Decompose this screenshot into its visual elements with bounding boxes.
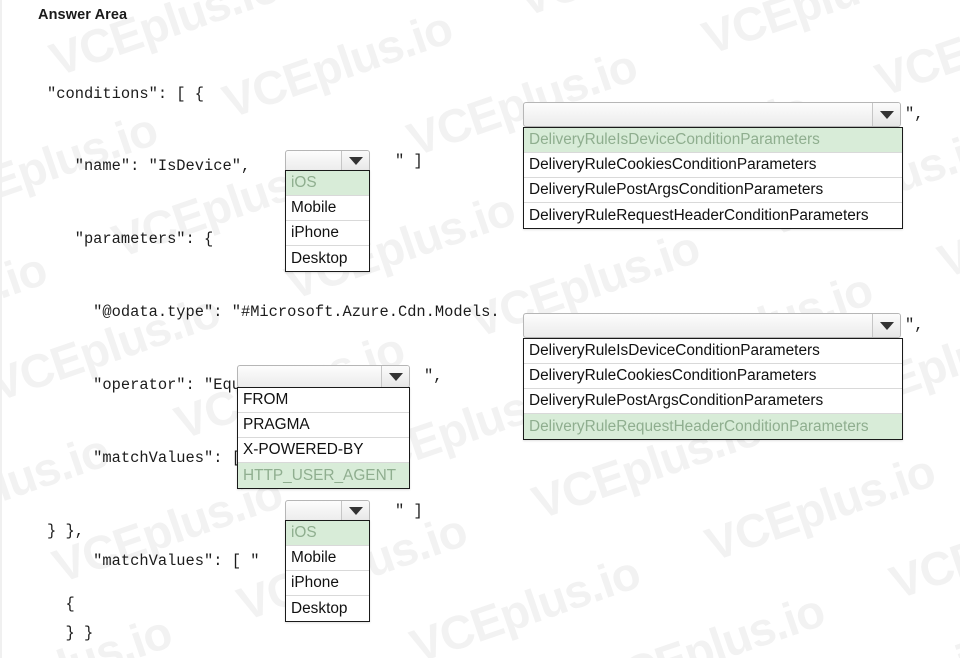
list-item[interactable]: Mobile bbox=[286, 196, 369, 221]
list-item[interactable]: Desktop bbox=[286, 596, 369, 621]
match-values-device-option-list[interactable]: iOS Mobile iPhone Desktop bbox=[285, 170, 370, 272]
match-values-header-close: " ] bbox=[395, 502, 423, 520]
odata-type-device-value bbox=[524, 103, 872, 126]
selector-option-list[interactable]: FROM PRAGMA X-POWERED-BY HTTP_USER_AGENT bbox=[237, 387, 410, 489]
match-values-device-combobox[interactable] bbox=[285, 150, 370, 172]
code-line: "@odata.type": "#Microsoft.Azure.Cdn.Mod… bbox=[47, 303, 500, 322]
selector-value bbox=[238, 366, 381, 387]
code-line: } } bbox=[47, 624, 94, 643]
code-line: "name": "IsDevice", bbox=[47, 157, 251, 176]
list-item[interactable]: DeliveryRuleIsDeviceConditionParameters bbox=[524, 339, 902, 364]
list-item[interactable]: DeliveryRuleRequestHeaderConditionParame… bbox=[524, 414, 902, 439]
list-item[interactable]: DeliveryRuleCookiesConditionParameters bbox=[524, 153, 902, 178]
answer-area-page: VCEplus.io VCEplus.ioVCEplus.io VCEplus.io… bbox=[0, 0, 960, 658]
code-line: "matchValues": [ " bbox=[47, 551, 260, 570]
chevron-down-icon[interactable] bbox=[381, 366, 409, 387]
list-item[interactable]: iPhone bbox=[286, 571, 369, 596]
list-item[interactable]: HTTP_USER_AGENT bbox=[238, 463, 409, 488]
match-values-header-combobox[interactable] bbox=[285, 500, 370, 522]
match-values-device-value bbox=[286, 151, 341, 171]
list-item[interactable]: iOS bbox=[286, 171, 369, 196]
odata-type-request-header-close-quote: ", bbox=[905, 316, 924, 334]
odata-type-device-combobox[interactable] bbox=[523, 102, 901, 127]
odata-type-device-close-quote: ", bbox=[905, 105, 924, 123]
list-item[interactable]: DeliveryRulePostArgsConditionParameters bbox=[524, 178, 902, 203]
match-values-device-close: " ] bbox=[395, 152, 423, 170]
list-item[interactable]: iPhone bbox=[286, 221, 369, 246]
chevron-down-icon[interactable] bbox=[872, 103, 900, 126]
list-item[interactable]: DeliveryRuleCookiesConditionParameters bbox=[524, 364, 902, 389]
selector-combobox[interactable] bbox=[237, 365, 410, 388]
odata-type-request-header-option-list[interactable]: DeliveryRuleIsDeviceConditionParameters … bbox=[523, 338, 903, 440]
code-line: "parameters": { bbox=[47, 230, 214, 249]
list-item[interactable]: iOS bbox=[286, 521, 369, 546]
list-item[interactable]: DeliveryRulePostArgsConditionParameters bbox=[524, 389, 902, 414]
selector-close-quote: ", bbox=[424, 367, 443, 385]
list-item[interactable]: DeliveryRuleIsDeviceConditionParameters bbox=[524, 128, 902, 153]
chevron-down-icon[interactable] bbox=[872, 314, 900, 337]
odata-type-request-header-combobox[interactable] bbox=[523, 313, 901, 338]
json-code-block-tail: "matchValues": [ " } } ] bbox=[47, 500, 259, 658]
odata-type-device-option-list[interactable]: DeliveryRuleIsDeviceConditionParameters … bbox=[523, 127, 903, 229]
list-item[interactable]: PRAGMA bbox=[238, 413, 409, 438]
match-values-header-option-list[interactable]: iOS Mobile iPhone Desktop bbox=[285, 520, 370, 622]
match-values-header-value bbox=[286, 501, 341, 521]
list-item[interactable]: Mobile bbox=[286, 546, 369, 571]
list-item[interactable]: FROM bbox=[238, 388, 409, 413]
list-item[interactable]: X-POWERED-BY bbox=[238, 438, 409, 463]
list-item[interactable]: Desktop bbox=[286, 246, 369, 271]
chevron-down-icon[interactable] bbox=[341, 501, 369, 521]
code-line: "conditions": [ { bbox=[47, 84, 205, 103]
chevron-down-icon[interactable] bbox=[341, 151, 369, 171]
page-title: Answer Area bbox=[38, 7, 128, 23]
odata-type-request-header-value bbox=[524, 314, 872, 337]
list-item[interactable]: DeliveryRuleRequestHeaderConditionParame… bbox=[524, 203, 902, 228]
content-layer: Answer Area "conditions": [ { "name": "I… bbox=[2, 0, 960, 658]
